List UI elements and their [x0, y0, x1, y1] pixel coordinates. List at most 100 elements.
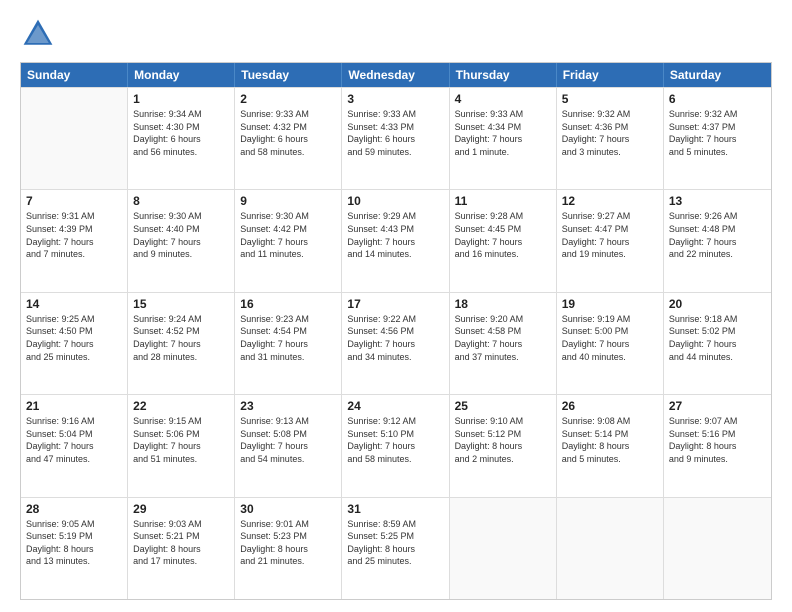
day-info: Sunrise: 9:33 AM Sunset: 4:34 PM Dayligh…	[455, 108, 551, 158]
calendar-cell-4-6	[664, 498, 771, 599]
day-number: 21	[26, 399, 122, 413]
day-info: Sunrise: 9:32 AM Sunset: 4:36 PM Dayligh…	[562, 108, 658, 158]
day-info: Sunrise: 9:08 AM Sunset: 5:14 PM Dayligh…	[562, 415, 658, 465]
calendar-cell-1-5: 12 Sunrise: 9:27 AM Sunset: 4:47 PM Dayli…	[557, 190, 664, 291]
day-number: 1	[133, 92, 229, 106]
calendar-header-monday: Monday	[128, 63, 235, 87]
calendar-row-1: 7Sunrise: 9:31 AM Sunset: 4:39 PM Daylig…	[21, 189, 771, 291]
calendar-cell-0-0	[21, 88, 128, 189]
calendar-cell-0-1: 1 Sunrise: 9:34 AM Sunset: 4:30 PM Daylig…	[128, 88, 235, 189]
day-info: Sunrise: 9:18 AM Sunset: 5:02 PM Dayligh…	[669, 313, 766, 363]
day-number: 17	[347, 297, 443, 311]
calendar-cell-2-5: 19 Sunrise: 9:19 AM Sunset: 5:00 PM Dayli…	[557, 293, 664, 394]
day-info: Sunrise: 9:16 AM Sunset: 5:04 PM Dayligh…	[26, 415, 122, 465]
day-info: Sunrise: 9:33 AM Sunset: 4:33 PM Dayligh…	[347, 108, 443, 158]
day-number: 27	[669, 399, 766, 413]
calendar-header-tuesday: Tuesday	[235, 63, 342, 87]
calendar-row-4: 28 Sunrise: 9:05 AM Sunset: 5:19 PM Dayli…	[21, 497, 771, 599]
day-info: Sunrise: 9:05 AM Sunset: 5:19 PM Dayligh…	[26, 518, 122, 568]
calendar-cell-0-4: 4Sunrise: 9:33 AM Sunset: 4:34 PM Daylig…	[450, 88, 557, 189]
calendar-cell-1-1: 8 Sunrise: 9:30 AM Sunset: 4:40 PM Daylig…	[128, 190, 235, 291]
calendar-row-0: 1 Sunrise: 9:34 AM Sunset: 4:30 PM Daylig…	[21, 87, 771, 189]
calendar-cell-2-4: 18 Sunrise: 9:20 AM Sunset: 4:58 PM Dayli…	[450, 293, 557, 394]
day-number: 23	[240, 399, 336, 413]
calendar-header-friday: Friday	[557, 63, 664, 87]
day-info: Sunrise: 9:32 AM Sunset: 4:37 PM Dayligh…	[669, 108, 766, 158]
day-number: 5	[562, 92, 658, 106]
calendar-cell-3-1: 22Sunrise: 9:15 AM Sunset: 5:06 PM Dayli…	[128, 395, 235, 496]
calendar-cell-4-1: 29Sunrise: 9:03 AM Sunset: 5:21 PM Dayli…	[128, 498, 235, 599]
calendar-cell-3-5: 26 Sunrise: 9:08 AM Sunset: 5:14 PM Dayli…	[557, 395, 664, 496]
day-number: 28	[26, 502, 122, 516]
calendar-cell-3-6: 27 Sunrise: 9:07 AM Sunset: 5:16 PM Dayli…	[664, 395, 771, 496]
day-info: Sunrise: 9:27 AM Sunset: 4:47 PM Dayligh…	[562, 210, 658, 260]
calendar-cell-2-6: 20Sunrise: 9:18 AM Sunset: 5:02 PM Dayli…	[664, 293, 771, 394]
logo-icon	[20, 16, 56, 52]
day-info: Sunrise: 9:22 AM Sunset: 4:56 PM Dayligh…	[347, 313, 443, 363]
calendar-cell-1-0: 7Sunrise: 9:31 AM Sunset: 4:39 PM Daylig…	[21, 190, 128, 291]
day-number: 6	[669, 92, 766, 106]
day-info: Sunrise: 9:13 AM Sunset: 5:08 PM Dayligh…	[240, 415, 336, 465]
day-info: Sunrise: 9:23 AM Sunset: 4:54 PM Dayligh…	[240, 313, 336, 363]
calendar-header-wednesday: Wednesday	[342, 63, 449, 87]
calendar-cell-2-0: 14Sunrise: 9:25 AM Sunset: 4:50 PM Dayli…	[21, 293, 128, 394]
calendar-row-3: 21 Sunrise: 9:16 AM Sunset: 5:04 PM Dayli…	[21, 394, 771, 496]
day-number: 13	[669, 194, 766, 208]
day-number: 26	[562, 399, 658, 413]
calendar-cell-2-3: 17 Sunrise: 9:22 AM Sunset: 4:56 PM Dayli…	[342, 293, 449, 394]
page: SundayMondayTuesdayWednesdayThursdayFrid…	[0, 0, 792, 612]
calendar-cell-3-0: 21 Sunrise: 9:16 AM Sunset: 5:04 PM Dayli…	[21, 395, 128, 496]
day-info: Sunrise: 9:19 AM Sunset: 5:00 PM Dayligh…	[562, 313, 658, 363]
calendar-header: SundayMondayTuesdayWednesdayThursdayFrid…	[21, 63, 771, 87]
calendar-cell-4-3: 31Sunrise: 8:59 AM Sunset: 5:25 PM Dayli…	[342, 498, 449, 599]
calendar-cell-1-2: 9 Sunrise: 9:30 AM Sunset: 4:42 PM Daylig…	[235, 190, 342, 291]
day-info: Sunrise: 9:34 AM Sunset: 4:30 PM Dayligh…	[133, 108, 229, 158]
day-info: Sunrise: 9:29 AM Sunset: 4:43 PM Dayligh…	[347, 210, 443, 260]
day-number: 10	[347, 194, 443, 208]
day-info: Sunrise: 9:33 AM Sunset: 4:32 PM Dayligh…	[240, 108, 336, 158]
calendar-cell-4-2: 30 Sunrise: 9:01 AM Sunset: 5:23 PM Dayli…	[235, 498, 342, 599]
day-number: 16	[240, 297, 336, 311]
day-number: 3	[347, 92, 443, 106]
day-number: 25	[455, 399, 551, 413]
day-info: Sunrise: 9:25 AM Sunset: 4:50 PM Dayligh…	[26, 313, 122, 363]
calendar-cell-0-6: 6 Sunrise: 9:32 AM Sunset: 4:37 PM Daylig…	[664, 88, 771, 189]
calendar-cell-4-0: 28 Sunrise: 9:05 AM Sunset: 5:19 PM Dayli…	[21, 498, 128, 599]
calendar-cell-4-5	[557, 498, 664, 599]
calendar-cell-1-4: 11 Sunrise: 9:28 AM Sunset: 4:45 PM Dayli…	[450, 190, 557, 291]
calendar-cell-1-6: 13 Sunrise: 9:26 AM Sunset: 4:48 PM Dayli…	[664, 190, 771, 291]
header	[20, 16, 772, 52]
day-info: Sunrise: 9:26 AM Sunset: 4:48 PM Dayligh…	[669, 210, 766, 260]
day-info: Sunrise: 9:07 AM Sunset: 5:16 PM Dayligh…	[669, 415, 766, 465]
day-number: 30	[240, 502, 336, 516]
calendar-cell-3-4: 25Sunrise: 9:10 AM Sunset: 5:12 PM Dayli…	[450, 395, 557, 496]
calendar-cell-4-4	[450, 498, 557, 599]
day-number: 19	[562, 297, 658, 311]
calendar-cell-0-3: 3 Sunrise: 9:33 AM Sunset: 4:33 PM Daylig…	[342, 88, 449, 189]
calendar-cell-2-1: 15 Sunrise: 9:24 AM Sunset: 4:52 PM Dayli…	[128, 293, 235, 394]
day-number: 18	[455, 297, 551, 311]
day-info: Sunrise: 9:31 AM Sunset: 4:39 PM Dayligh…	[26, 210, 122, 260]
day-info: Sunrise: 9:01 AM Sunset: 5:23 PM Dayligh…	[240, 518, 336, 568]
day-info: Sunrise: 9:20 AM Sunset: 4:58 PM Dayligh…	[455, 313, 551, 363]
day-number: 8	[133, 194, 229, 208]
day-number: 15	[133, 297, 229, 311]
day-info: Sunrise: 9:12 AM Sunset: 5:10 PM Dayligh…	[347, 415, 443, 465]
day-number: 11	[455, 194, 551, 208]
day-number: 12	[562, 194, 658, 208]
day-info: Sunrise: 9:30 AM Sunset: 4:40 PM Dayligh…	[133, 210, 229, 260]
day-number: 24	[347, 399, 443, 413]
calendar-header-thursday: Thursday	[450, 63, 557, 87]
day-number: 9	[240, 194, 336, 208]
calendar-header-sunday: Sunday	[21, 63, 128, 87]
day-number: 29	[133, 502, 229, 516]
calendar: SundayMondayTuesdayWednesdayThursdayFrid…	[20, 62, 772, 600]
calendar-cell-0-2: 2 Sunrise: 9:33 AM Sunset: 4:32 PM Daylig…	[235, 88, 342, 189]
logo	[20, 16, 60, 52]
day-info: Sunrise: 9:30 AM Sunset: 4:42 PM Dayligh…	[240, 210, 336, 260]
day-info: Sunrise: 9:28 AM Sunset: 4:45 PM Dayligh…	[455, 210, 551, 260]
day-info: Sunrise: 9:24 AM Sunset: 4:52 PM Dayligh…	[133, 313, 229, 363]
day-number: 2	[240, 92, 336, 106]
calendar-cell-3-3: 24 Sunrise: 9:12 AM Sunset: 5:10 PM Dayli…	[342, 395, 449, 496]
calendar-cell-2-2: 16 Sunrise: 9:23 AM Sunset: 4:54 PM Dayli…	[235, 293, 342, 394]
